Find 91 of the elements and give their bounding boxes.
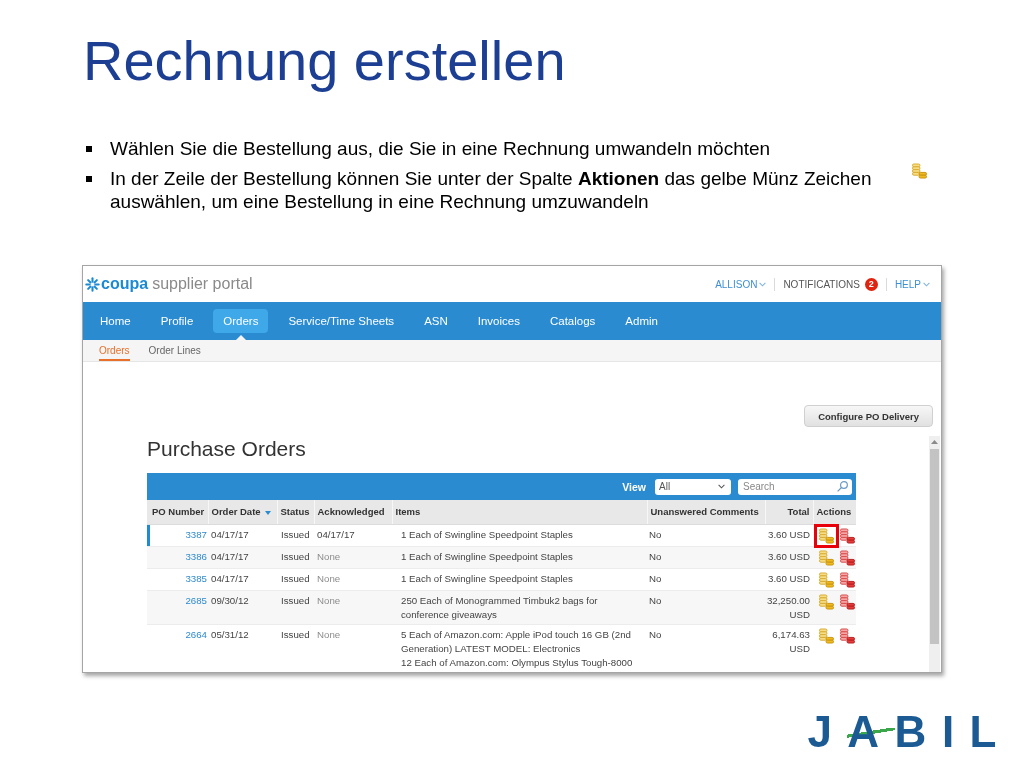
search-field[interactable]: Search [738,478,852,495]
coin-stack-icon[interactable] [840,549,855,566]
po-number-link[interactable]: 3387 [185,528,207,540]
sort-caret-icon [264,510,271,515]
total-amount: 3.60 USD [765,524,813,546]
configure-po-delivery-button[interactable]: Configure PO Delivery [804,405,933,427]
dropdown-link[interactable]: ALLISON [715,277,767,291]
order-date: 09/30/12 [208,590,277,624]
status-text: Issued [277,590,314,624]
status-text: Issued [277,568,314,590]
table-row[interactable]: 3386 04/17/17 Issued None 1 Each of Swingline Speedpoint Staples No 3.60 USD [147,546,856,568]
order-date: 05/31/12 [208,624,277,672]
comments-status: No [647,590,765,624]
column-header[interactable]: Items [392,500,647,524]
po-number-link[interactable]: 2664 [185,628,207,640]
coin-stack-icon[interactable] [840,527,855,544]
column-header[interactable]: Unanswered Comments [647,500,765,524]
table-row[interactable]: 3385 04/17/17 Issued None 1 Each of Swingline Speedpoint Staples No 3.60 USD [147,568,856,590]
comments-status: No [647,524,765,546]
comments-status: No [647,624,765,672]
item-description: 1 Each of Swingline Speedpoint Staples [401,571,573,586]
bullet-text: Wählen Sie die Bestellung aus, die Sie in eine Rechnung umwandeln möchten [110,137,771,160]
nav-tab[interactable]: Home [90,309,141,333]
table-row[interactable]: 2664 05/31/12 Issued None 5 Each of Amazon.com: Apple iPod touch 16 GB (2nd Generation) LATEST MODEL: Electronics 12 Each of Amazon.com: Olympus Stylus Tough-8000 No 6,174.63 USD [147,624,856,672]
notifications-link[interactable]: NOTIFICATIONS 2 [783,277,878,291]
column-header[interactable]: Order Date [208,500,277,524]
acknowledged-value: None [314,590,392,624]
comments-status: No [647,568,765,590]
acknowledged-value: None [314,624,392,672]
coin-stack-icon[interactable] [819,627,834,644]
status-text: Issued [277,624,314,672]
item-description: 5 Each of Amazon.com: Apple iPod touch 16 GB (2nd Generation) LATEST MODEL: Electronics [401,627,632,656]
total-amount: 32,250.00 USD [765,590,813,624]
chevron-down-icon [923,281,930,287]
scrollbar-thumb[interactable] [930,449,939,644]
status-text: Issued [277,524,314,546]
chevron-down-icon [759,281,767,287]
total-amount: 3.60 USD [765,568,813,590]
order-date: 04/17/17 [208,524,277,546]
nav-tab[interactable]: Service/Time Sheets [278,309,405,333]
coin-stack-icon[interactable] [840,627,855,644]
acknowledged-value: None [314,568,392,590]
view-select[interactable]: All [655,478,731,495]
po-number-link[interactable]: 3385 [185,572,207,584]
table-row[interactable]: 2685 09/30/12 Issued None 250 Each of Monogrammed Timbuk2 bags for conference giveaways No 32,250.00 USD [147,590,856,624]
chevron-down-icon [718,484,725,489]
view-label: View [622,480,646,493]
column-header[interactable]: Status [277,500,314,524]
square-bullet-icon [86,146,92,152]
column-header[interactable]: PO Number [147,500,208,524]
coin-stack-icon[interactable] [819,527,834,544]
acknowledged-value: None [314,546,392,568]
coin-stack-icon[interactable] [840,593,855,610]
brand-name: coupa [101,274,149,294]
nav-tab[interactable]: Invoices [467,309,530,333]
nav-tab[interactable]: Profile [150,309,204,333]
po-number-link[interactable]: 2685 [185,594,207,606]
nav-tab[interactable]: Admin [615,309,668,333]
coin-stack-icon[interactable] [819,571,834,588]
page-heading: Purchase Orders [147,436,306,461]
slide-title: Rechnung erstellen [83,29,566,93]
subnav-tab[interactable]: Order Lines [148,340,201,361]
order-date: 04/17/17 [208,546,277,568]
coin-stack-icon[interactable] [840,571,855,588]
item-description: 1 Each of Swingline Speedpoint Staples [401,527,573,542]
scroll-up-arrow-icon[interactable] [931,440,938,444]
notification-badge: 2 [864,277,878,291]
total-amount: 3.60 USD [765,546,813,568]
acknowledged-value: 04/17/17 [314,524,392,546]
search-icon [837,481,848,492]
dropdown-link[interactable]: HELP [894,277,930,291]
bullet-text: In der Zeile der Bestellung können Sie unter der Spalte Aktionen das gelbe Münz Zeichen auswählen, um eine Bestellung in eine Rechnung umzuwandeln [110,167,873,213]
burst-logo-icon [85,276,100,292]
column-header[interactable]: Actions [813,500,856,524]
nav-tab[interactable]: ASN [414,309,458,333]
item-description: 250 Each of Monogrammed Timbuk2 bags for conference giveaways [401,593,599,622]
order-date: 04/17/17 [208,568,277,590]
comments-status: No [647,546,765,568]
column-header[interactable]: Acknowledged [314,500,392,524]
square-bullet-icon [86,176,92,182]
subnav-tab[interactable]: Orders [99,340,130,361]
nav-tab[interactable]: Catalogs [539,309,606,333]
item-description: 1 Each of Swingline Speedpoint Staples [401,549,573,564]
total-amount: 6,174.63 USD [765,624,813,672]
column-header[interactable]: Total [765,500,813,524]
brand-tagline: supplier portal [152,274,253,294]
item-description: 12 Each of Amazon.com: Olympus Stylus Tough-8000 [401,655,633,670]
po-number-link[interactable]: 3386 [185,550,207,562]
table-row[interactable]: 3387 04/17/17 Issued 04/17/17 1 Each of Swingline Speedpoint Staples No 3.60 USD [147,524,856,546]
status-text: Issued [277,546,314,568]
scrollbar[interactable] [929,436,940,672]
